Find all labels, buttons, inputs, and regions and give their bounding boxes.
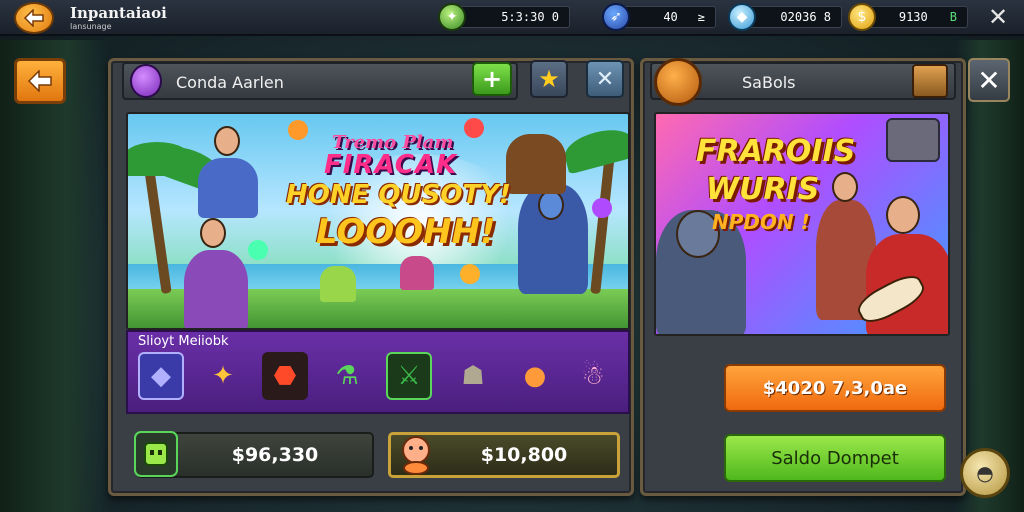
horned-warrior (506, 134, 566, 194)
resource-gems: 5:3:30 0 (458, 6, 570, 28)
resource-rockets: 40 ≥ (624, 6, 716, 28)
crystal-icon[interactable]: ◆ (138, 352, 184, 400)
arrow-left-icon (27, 70, 52, 92)
dismiss-button[interactable]: ✕ (586, 60, 624, 98)
right-panel-title: SaBols (742, 73, 796, 92)
add-button[interactable]: + (472, 62, 512, 96)
small-creature (320, 266, 356, 302)
resource-diamonds-value: 02036 8 (780, 10, 831, 24)
resource-rockets-value: 40 (663, 10, 678, 24)
banner-line-3: HONE QUSOTY! (286, 180, 511, 210)
right-offer-banner[interactable]: FRAROIIS WURIS NPDON ! (654, 112, 950, 336)
pink-ghost-icon[interactable]: ☃ (570, 352, 616, 400)
resource-coins: 9130 B (864, 6, 968, 28)
resource-gems-value: 5:3:30 0 (501, 10, 559, 24)
orange-creature-icon[interactable]: ● (512, 352, 558, 400)
resource-diamonds: 02036 8 (744, 6, 842, 28)
items-strip-label: Slioyt Meiiobk (138, 334, 229, 349)
hero-character (198, 158, 258, 218)
back-button-top[interactable] (14, 2, 54, 34)
favorite-button[interactable]: ★ (530, 60, 568, 98)
game-subtitle: Iansunage (70, 22, 112, 31)
settings-corner-button[interactable]: ◓ (960, 448, 1010, 498)
price-b-label: $10,800 (480, 444, 568, 466)
items-strip: Slioyt Meiiobk ◆ ✦ ⬣ ⚗ ⚔ ☗ ● ☃ (126, 330, 630, 414)
green-sword-icon[interactable]: ⚔ (386, 352, 432, 400)
purchase-offer-button[interactable]: $4020 7,3,0ae (724, 364, 946, 412)
right-banner-line-2: WURIS (706, 172, 820, 207)
left-panel-title: Conda Aarlen (176, 73, 284, 92)
small-creature (400, 256, 434, 290)
hero-character (184, 250, 248, 328)
close-right-panel-button[interactable]: ✕ (968, 58, 1010, 102)
game-title: Inpantaiaoi (70, 4, 167, 22)
wallet-balance-button[interactable]: Saldo Dompet (724, 434, 946, 482)
top-bar: Inpantaiaoi Iansunage 5:3:30 0 ✦ 40 ≥ ➶ … (0, 0, 1024, 36)
price-a-label: $96,330 (231, 444, 319, 466)
resource-coins-suffix: B (949, 10, 957, 24)
potion-bundle-icon[interactable]: ⚗ (324, 352, 370, 400)
hat-icon: ◓ (976, 461, 994, 485)
right-panel-header: SaBols (650, 58, 956, 106)
resource-coins-value: 9130 (898, 10, 928, 24)
rocket-icon: ➶ (602, 3, 630, 31)
coin-icon: $ (848, 3, 876, 31)
resource-rockets-suffix: ≥ (697, 10, 705, 24)
close-top-button[interactable]: ✕ (984, 2, 1012, 32)
pig-creature-icon (392, 428, 440, 480)
star-icon: ★ (538, 65, 560, 93)
chest-icon (912, 64, 948, 98)
stone-cat-icon[interactable]: ☗ (450, 352, 496, 400)
back-button-side[interactable] (14, 58, 66, 104)
right-banner-line-3: NPDON ! (712, 210, 810, 234)
red-gem-icon[interactable]: ⬣ (262, 352, 308, 400)
right-banner-line-1: FRAROIIS (696, 134, 856, 169)
green-box-icon (134, 431, 178, 477)
banner-line-4: LOOOHH! (316, 212, 496, 252)
close-icon: ✕ (977, 63, 1001, 97)
compass-badge-icon (654, 58, 702, 106)
x-icon: ✕ (595, 66, 615, 92)
robot-icon (886, 118, 940, 162)
plus-icon: + (481, 65, 503, 93)
gem-bag-icon: ✦ (438, 3, 466, 31)
arrow-left-icon (23, 9, 44, 27)
left-offer-banner[interactable]: Tremo Plam FIRACAK HONE QUSOTY! LOOOHH! (126, 112, 630, 330)
monster-avatar-icon (130, 64, 162, 98)
banner-line-2: FIRACAK (324, 150, 458, 180)
treasure-pile-icon[interactable]: ✦ (200, 352, 246, 400)
jungle-left-decoration (0, 40, 110, 512)
diamond-icon: ◆ (728, 3, 756, 31)
left-panel-header: Conda Aarlen (122, 62, 518, 100)
